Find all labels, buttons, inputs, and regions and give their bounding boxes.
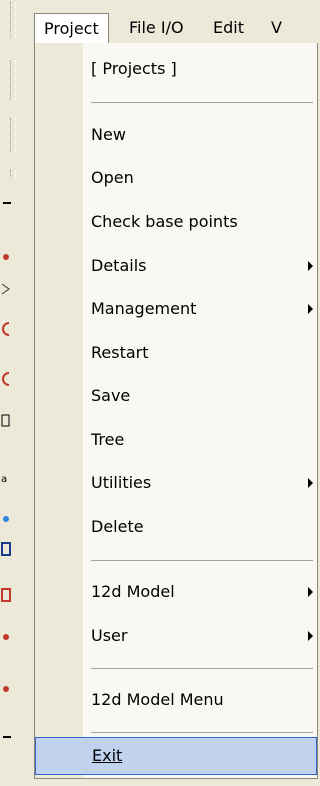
- menu-item-restart[interactable]: Restart: [83, 333, 317, 373]
- menu-bar: Project File I/O Edit V: [34, 13, 318, 44]
- menu-item-label: Open: [91, 168, 134, 187]
- submenu-arrow-icon: [308, 478, 313, 488]
- box-tool-icon[interactable]: [1, 414, 11, 428]
- menu-header-projects: [ Projects ]: [83, 49, 317, 89]
- menu-item-label: Management: [91, 299, 197, 318]
- menu-v[interactable]: V: [262, 13, 291, 43]
- menu-file-io[interactable]: File I/O: [120, 13, 193, 43]
- menu-project[interactable]: Project: [34, 13, 109, 44]
- menu-item-label: Utilities: [91, 473, 152, 492]
- menu-item-12d-model-menu[interactable]: 12d Model Menu: [83, 680, 317, 720]
- menu-item-label: User: [91, 626, 128, 645]
- menu-item-label: Restart: [91, 343, 149, 362]
- menu-item-label: Delete: [91, 517, 144, 536]
- menu-item-label: Exit: [92, 746, 123, 765]
- menu-item-label: New: [91, 125, 126, 144]
- toolbar-grip[interactable]: [10, 170, 16, 178]
- menu-item-exit[interactable]: Exit: [35, 737, 317, 775]
- menu-item-management[interactable]: Management: [83, 289, 317, 329]
- color-tool-icon[interactable]: [1, 512, 11, 526]
- toolbar-grip[interactable]: [10, 60, 16, 100]
- toolbar-strip: a: [0, 0, 34, 786]
- menu-item-tree[interactable]: Tree: [83, 420, 317, 460]
- menu-file-io-label: File I/O: [129, 18, 184, 37]
- submenu-arrow-icon: [308, 587, 313, 597]
- separator: [91, 102, 313, 103]
- status-strip: [0, 779, 318, 786]
- menu-item-label: 12d Model Menu: [91, 690, 224, 709]
- menu-v-label: V: [271, 18, 282, 37]
- submenu-arrow-icon: [308, 631, 313, 641]
- text-tool-icon[interactable]: a: [1, 472, 11, 486]
- menu-item-12d-model[interactable]: 12d Model: [83, 572, 317, 612]
- menu-gutter: [35, 43, 83, 778]
- menu-item-label: Check base points: [91, 212, 238, 231]
- point-tool-icon[interactable]: [1, 250, 11, 264]
- angle-tool-icon[interactable]: [1, 282, 11, 296]
- dash-tool-icon[interactable]: [1, 730, 11, 744]
- line-tool-icon[interactable]: [1, 196, 11, 210]
- toolbar-grip[interactable]: [10, 118, 16, 152]
- menu-item-details[interactable]: Details: [83, 246, 317, 286]
- menu-header-label: [ Projects ]: [91, 59, 177, 78]
- menu-item-check-base-points[interactable]: Check base points: [83, 202, 317, 242]
- menu-edit[interactable]: Edit: [204, 13, 253, 43]
- node-tool-icon[interactable]: [1, 630, 11, 644]
- menu-item-save[interactable]: Save: [83, 376, 317, 416]
- svg-text:a: a: [1, 474, 7, 485]
- separator: [91, 560, 313, 561]
- menu-project-label: Project: [44, 19, 99, 38]
- menu-item-open[interactable]: Open: [83, 158, 317, 198]
- submenu-arrow-icon: [308, 261, 313, 271]
- menu-item-utilities[interactable]: Utilities: [83, 463, 317, 503]
- submenu-arrow-icon: [308, 304, 313, 314]
- menu-item-label: Details: [91, 256, 147, 275]
- menu-item-label: Tree: [91, 430, 125, 449]
- toolbar-grip[interactable]: [10, 2, 16, 38]
- point2-tool-icon[interactable]: [1, 682, 11, 696]
- menu-item-label: 12d Model: [91, 582, 175, 601]
- separator: [91, 668, 313, 669]
- menu-edit-label: Edit: [213, 18, 244, 37]
- project-dropdown: [ Projects ] New Open Check base points …: [34, 43, 318, 779]
- menu-item-new[interactable]: New: [83, 115, 317, 155]
- menu-item-delete[interactable]: Delete: [83, 507, 317, 547]
- separator: [91, 732, 313, 733]
- menu-item-user[interactable]: User: [83, 616, 317, 656]
- menu-item-label: Save: [91, 386, 131, 405]
- frame-tool-icon[interactable]: [1, 542, 11, 556]
- rect-tool-icon[interactable]: [1, 588, 11, 602]
- arc-tool-icon[interactable]: [1, 322, 11, 336]
- arc2-tool-icon[interactable]: [1, 372, 11, 386]
